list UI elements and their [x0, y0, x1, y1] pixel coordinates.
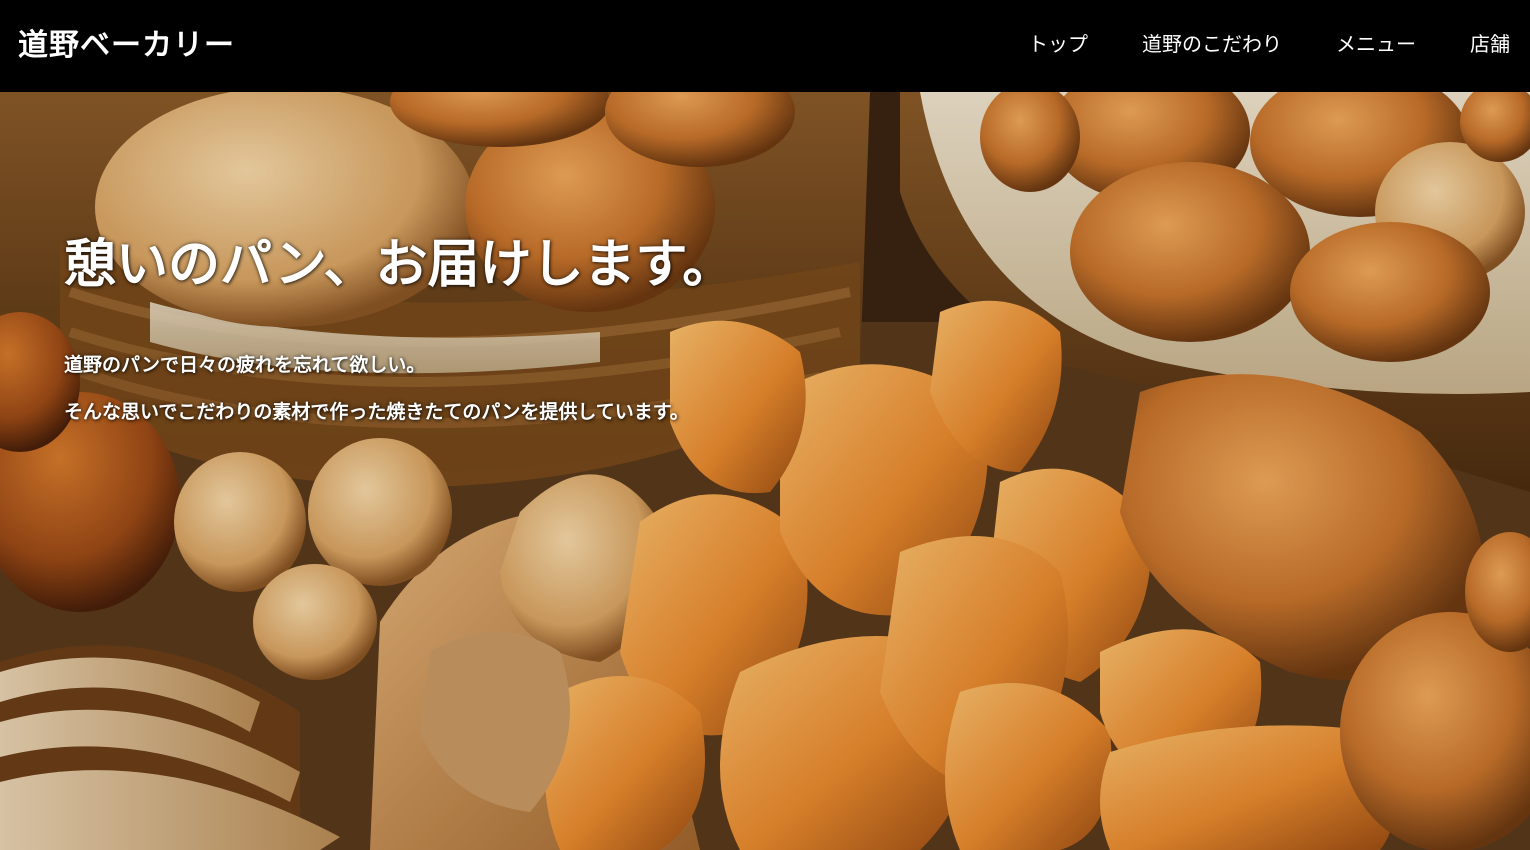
hero-description-line-2: そんな思いでこだわりの素材で作った焼きたてのパンを提供しています。 [64, 401, 689, 423]
hero-description-line-1: 道野のパンで日々の疲れを忘れて欲しい。 [64, 354, 426, 376]
hero-section: 憩いのパン、お届けします。 道野のパンで日々の疲れを忘れて欲しい。 そんな思いで… [0, 92, 1530, 850]
nav-item-commitment[interactable]: 道野のこだわり [1142, 28, 1282, 57]
nav-item-menu[interactable]: メニュー [1336, 28, 1416, 57]
global-nav: トップ 道野のこだわり メニュー 店舗 [1028, 28, 1530, 57]
hero-title: 憩いのパン、お届けします。 [64, 235, 735, 295]
nav-item-store[interactable]: 店舗 [1470, 28, 1510, 57]
site-header: 道野ベーカリー トップ 道野のこだわり メニュー 店舗 [0, 0, 1530, 92]
bread-hero-image [0, 92, 1530, 850]
site-logo[interactable]: 道野ベーカリー [18, 20, 235, 64]
nav-item-top[interactable]: トップ [1028, 28, 1088, 57]
